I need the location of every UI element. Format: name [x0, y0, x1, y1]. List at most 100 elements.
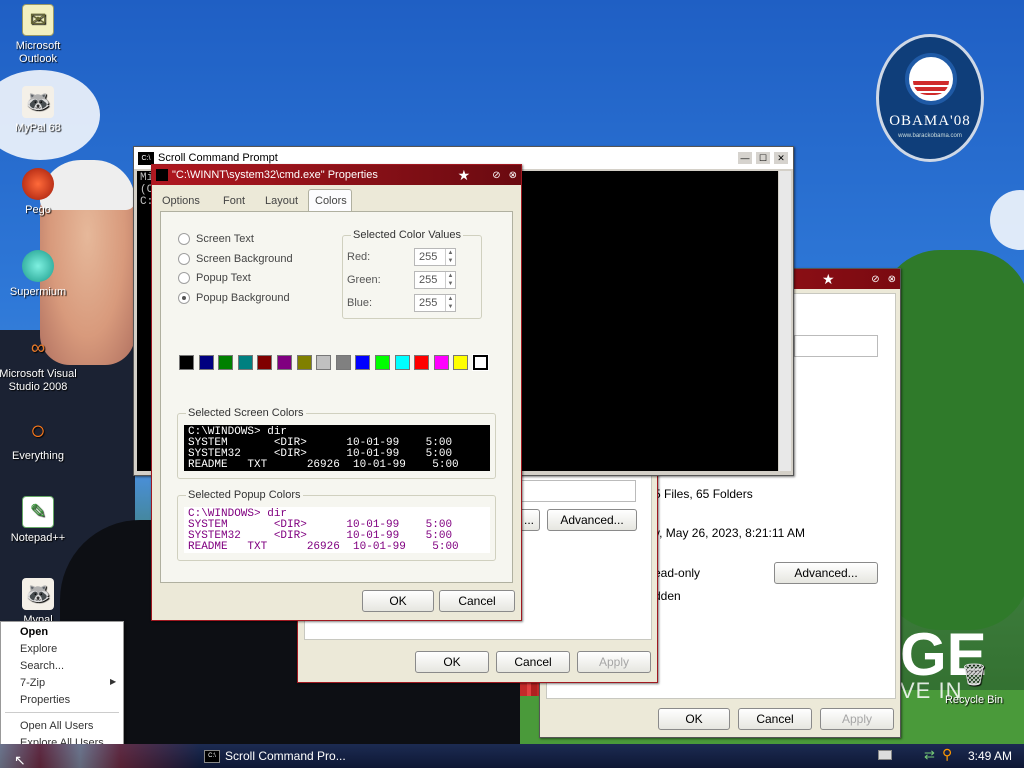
cmd-icon: C:\	[204, 749, 220, 763]
window-title: Scroll Command Prompt	[158, 152, 278, 164]
red-spinner[interactable]: 255 ▲ ▼	[414, 248, 456, 266]
blue-label: Blue:	[347, 297, 373, 309]
desktop-icon-supermium[interactable]: Supermium	[0, 250, 80, 299]
outlook-icon: ✉	[22, 4, 54, 36]
color-swatch[interactable]	[218, 355, 234, 370]
scrollbar[interactable]	[779, 171, 791, 471]
radio-label: Popup Background	[196, 292, 290, 304]
color-swatch[interactable]	[433, 355, 449, 370]
spinner-arrows-icon[interactable]: ▲ ▼	[445, 249, 455, 265]
badge-subtext: www.barackobama.com	[898, 133, 962, 139]
color-swatch[interactable]	[335, 355, 351, 370]
ok-button[interactable]: OK	[415, 651, 489, 673]
tab-font[interactable]: Font	[223, 195, 245, 207]
close-button[interactable]: ✕	[773, 151, 789, 165]
cancel-button[interactable]: Cancel	[496, 651, 570, 673]
search-tray-icon[interactable]: ⚲	[942, 746, 952, 763]
spinner-arrows-icon[interactable]: ▲ ▼	[445, 295, 455, 311]
green-spinner[interactable]: 255 ▲ ▼	[414, 271, 456, 289]
tab-options[interactable]: Options	[162, 195, 200, 207]
menu-item-open[interactable]: Open	[20, 626, 48, 638]
color-swatch[interactable]	[198, 355, 214, 370]
apply-button[interactable]: Apply	[820, 708, 894, 730]
readonly-label[interactable]: ead-only	[654, 566, 700, 580]
radio-label: Popup Text	[196, 272, 251, 284]
red-value: 255	[419, 251, 438, 263]
hidden-label[interactable]: dden	[654, 589, 681, 603]
color-swatch[interactable]	[394, 355, 410, 370]
menu-item-explore[interactable]: Explore	[20, 643, 57, 655]
maximize-button[interactable]: ☐	[755, 151, 771, 165]
color-swatch[interactable]	[237, 355, 253, 370]
taskbar-button-label: Scroll Command Pro...	[225, 749, 346, 763]
clock[interactable]: 3:49 AM	[968, 749, 1012, 763]
close-icon[interactable]: ⊗	[509, 170, 517, 181]
desktop-icon-recycle-bin[interactable]: 🗑 Recycle Bin	[932, 658, 1016, 707]
color-swatch[interactable]	[277, 355, 292, 370]
color-swatch[interactable]	[414, 355, 430, 370]
visual-studio-icon: ∞	[30, 336, 46, 359]
menu-item-search[interactable]: Search...	[20, 660, 64, 672]
radio-indicator	[178, 253, 190, 265]
network-icon[interactable]: ⇄	[924, 747, 935, 763]
cmd-properties-dialog[interactable]: "C:\WINNT\system32\cmd.exe" Properties ★…	[151, 164, 522, 621]
cmd-icon	[156, 169, 168, 181]
desktop-icon-notepadpp[interactable]: ✎ Notepad++	[0, 496, 80, 545]
blue-spinner[interactable]: 255 ▲ ▼	[414, 294, 456, 312]
desktop-icon-everything[interactable]: ○ Everything	[0, 414, 80, 463]
tab-layout[interactable]: Layout	[265, 195, 298, 207]
desktop-icon-mypal68[interactable]: 🦝 MyPal 68	[0, 86, 80, 135]
star-icon: ★	[457, 166, 471, 183]
minimize-button[interactable]: —	[737, 151, 753, 165]
desktop-icon-label: Notepad++	[10, 532, 66, 544]
context-menu[interactable]: Open Explore Search... 7-Zip ▶ Propertie…	[0, 621, 124, 755]
created-value: y, May 26, 2023, 8:21:11 AM	[654, 526, 805, 540]
color-swatch[interactable]	[257, 355, 273, 370]
ok-button[interactable]: OK	[362, 590, 434, 612]
desktop-icon-visual-studio[interactable]: ∞ Microsoft Visual Studio 2008	[0, 332, 80, 394]
cancel-button[interactable]: Cancel	[738, 708, 812, 730]
color-swatch[interactable]	[375, 355, 390, 370]
radio-label: Screen Background	[196, 253, 293, 265]
menu-item-properties[interactable]: Properties	[20, 694, 70, 706]
color-swatch[interactable]	[355, 355, 371, 370]
spinner-arrows-icon[interactable]: ▲ ▼	[445, 272, 455, 288]
close-icon[interactable]: ⊗	[888, 274, 896, 285]
ok-button[interactable]: OK	[658, 708, 730, 730]
notepadpp-icon: ✎	[22, 496, 54, 528]
desktop-icon-pego[interactable]: Pego	[0, 168, 80, 217]
color-swatch[interactable]	[472, 354, 489, 371]
advanced-button[interactable]: Advanced...	[547, 509, 637, 531]
blue-value: 255	[419, 297, 438, 309]
advanced-button[interactable]: Advanced...	[774, 562, 878, 584]
name-field[interactable]	[794, 335, 878, 357]
keyboard-icon[interactable]	[878, 750, 892, 760]
color-swatch[interactable]	[296, 355, 312, 370]
dialog-title: "C:\WINNT\system32\cmd.exe" Properties	[172, 169, 378, 181]
menu-item-7zip[interactable]: 7-Zip	[20, 677, 45, 689]
color-swatch[interactable]	[179, 355, 194, 370]
radio-screen-background[interactable]: Screen Background	[178, 253, 293, 265]
taskbar-button-cmd[interactable]: C:\ Scroll Command Pro...	[204, 746, 346, 766]
desktop-icon-outlook[interactable]: ✉ Microsoft Outlook	[0, 4, 80, 66]
pin-icon[interactable]: ⊘	[871, 274, 879, 285]
title-bar[interactable]: "C:\WINNT\system32\cmd.exe" Properties ★…	[152, 165, 521, 185]
desktop-icon-mypal[interactable]: 🦝 Mypal	[0, 578, 80, 627]
radio-popup-background[interactable]: Popup Background	[178, 292, 290, 304]
group-label: Selected Color Values	[351, 229, 464, 241]
radio-popup-text[interactable]: Popup Text	[178, 272, 251, 284]
color-swatch[interactable]	[453, 355, 469, 370]
start-area[interactable]	[0, 744, 200, 768]
group-label: Selected Screen Colors	[186, 407, 306, 419]
radio-screen-text[interactable]: Screen Text	[178, 233, 254, 245]
tab-colors[interactable]: Colors	[308, 189, 352, 212]
color-swatch[interactable]	[316, 355, 332, 370]
cancel-button[interactable]: Cancel	[439, 590, 515, 612]
desktop-icon-label: Microsoft Visual Studio 2008	[0, 368, 77, 393]
radio-indicator	[178, 272, 190, 284]
menu-item-open-all-users[interactable]: Open All Users	[20, 720, 93, 732]
pin-icon[interactable]: ⊘	[492, 170, 500, 181]
radio-label: Screen Text	[196, 233, 254, 245]
location-field[interactable]	[518, 480, 636, 502]
apply-button[interactable]: Apply	[577, 651, 651, 673]
